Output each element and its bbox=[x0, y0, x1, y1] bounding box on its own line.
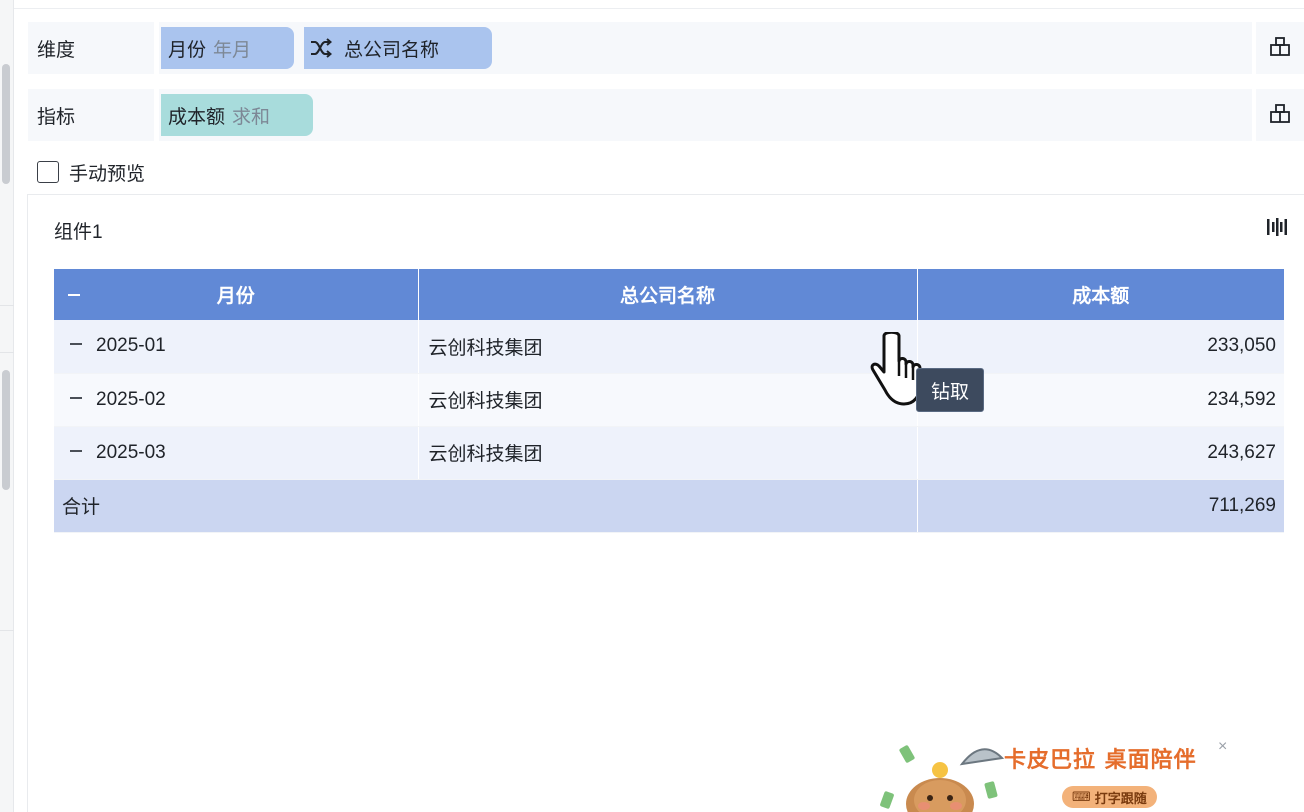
month-value: 2025-03 bbox=[96, 441, 166, 463]
scrollbar-thumb-top[interactable] bbox=[2, 64, 10, 184]
header-company-label: 总公司名称 bbox=[619, 286, 715, 307]
measure-label: 指标 bbox=[28, 89, 154, 141]
collapse-icon[interactable] bbox=[68, 336, 84, 352]
capybara-mascot-icon[interactable] bbox=[878, 734, 1018, 812]
measure-chip-cost[interactable]: 成本额 求和 bbox=[161, 94, 313, 136]
total-row: 合计 711,269 bbox=[54, 478, 1284, 533]
cell-cost: 233,050 bbox=[917, 320, 1284, 374]
layout-icon bbox=[1269, 35, 1291, 62]
scrollbar-thumb-bottom[interactable] bbox=[2, 370, 10, 490]
total-value: 711,269 bbox=[917, 478, 1284, 533]
chip-aggregation: 年月 bbox=[213, 39, 252, 61]
dimension-chip-company[interactable]: 总公司名称 bbox=[304, 27, 492, 69]
header-month[interactable]: 月份 bbox=[54, 269, 419, 320]
cell-month[interactable]: 2025-02 bbox=[54, 373, 419, 427]
layout-icon bbox=[1269, 102, 1291, 129]
dimension-dropzone[interactable]: 月份 年月 总公司名称 bbox=[159, 22, 1252, 74]
mascot-title: 卡皮巴拉 桌面陪伴 bbox=[1004, 748, 1197, 773]
header-company[interactable]: 总公司名称 bbox=[418, 269, 918, 320]
table-header-row: 月份 总公司名称 成本额 bbox=[54, 269, 1284, 320]
drill-tooltip: 钻取 bbox=[916, 368, 984, 412]
header-month-label: 月份 bbox=[216, 286, 255, 307]
table-row: 2025-03 云创科技集团 243,627 bbox=[54, 426, 1284, 480]
dimension-layout-button[interactable] bbox=[1256, 22, 1304, 74]
month-value: 2025-02 bbox=[96, 388, 166, 410]
total-label: 合计 bbox=[54, 478, 918, 533]
manual-preview-label: 手动预览 bbox=[69, 163, 146, 185]
chip-aggregation: 求和 bbox=[232, 106, 271, 128]
month-value: 2025-01 bbox=[96, 335, 166, 357]
measure-dropzone[interactable]: 成本额 求和 bbox=[159, 89, 1252, 141]
chip-name: 成本额 bbox=[168, 106, 226, 128]
close-icon[interactable]: × bbox=[1218, 738, 1227, 756]
table-row: 2025-02 云创科技集团 234,592 bbox=[54, 373, 1284, 427]
chip-name: 总公司名称 bbox=[344, 39, 440, 61]
pivot-table: 月份 总公司名称 成本额 2025-01 云创科技集团 233,050 2025… bbox=[54, 269, 1284, 533]
cell-company[interactable]: 云创科技集团 bbox=[418, 426, 918, 480]
shuffle-icon[interactable] bbox=[310, 38, 332, 58]
checkbox-icon[interactable] bbox=[37, 161, 59, 183]
manual-preview-toggle[interactable]: 手动预览 bbox=[37, 158, 145, 186]
mascot-badge[interactable]: ⌨ 打字跟随 bbox=[1062, 786, 1157, 808]
cell-company[interactable]: 云创科技集团 bbox=[418, 320, 918, 374]
keyboard-icon: ⌨ bbox=[1072, 789, 1091, 804]
cell-month[interactable]: 2025-01 bbox=[54, 320, 419, 374]
cell-month[interactable]: 2025-03 bbox=[54, 426, 419, 480]
measure-layout-button[interactable] bbox=[1256, 89, 1304, 141]
collapse-all-icon[interactable] bbox=[68, 293, 80, 296]
dimension-label: 维度 bbox=[28, 22, 154, 74]
cell-cost: 243,627 bbox=[917, 426, 1284, 480]
dimension-chip-month[interactable]: 月份 年月 bbox=[161, 27, 294, 69]
top-divider bbox=[14, 8, 1304, 9]
mascot-badge-label: 打字跟随 bbox=[1094, 790, 1147, 806]
component-panel: 组件1 月份 总公司名称 成本额 2025-01 云创科技集团 233,050 … bbox=[27, 194, 1304, 812]
table-row: 2025-01 云创科技集团 233,050 bbox=[54, 320, 1284, 374]
cell-company[interactable]: 云创科技集团 bbox=[418, 373, 918, 427]
measure-row: 指标 成本额 求和 bbox=[28, 89, 1304, 141]
dimension-row: 维度 月份 年月 总公司名称 bbox=[28, 22, 1304, 74]
chip-name: 月份 bbox=[168, 39, 207, 61]
header-cost-label: 成本额 bbox=[1072, 286, 1130, 307]
gutter-divider bbox=[0, 352, 14, 353]
left-gutter bbox=[0, 0, 14, 812]
gutter-divider bbox=[0, 305, 14, 306]
gutter-divider bbox=[0, 630, 14, 631]
header-cost[interactable]: 成本额 bbox=[917, 269, 1284, 320]
collapse-icon[interactable] bbox=[68, 390, 84, 406]
component-title: 组件1 bbox=[54, 222, 103, 243]
collapse-icon[interactable] bbox=[68, 443, 84, 459]
app-root: 维度 月份 年月 总公司名称 指标 成本额 求和 手动预览 组件1 月份 总公司… bbox=[0, 0, 1304, 812]
chart-toggle-icon[interactable] bbox=[1266, 217, 1288, 242]
